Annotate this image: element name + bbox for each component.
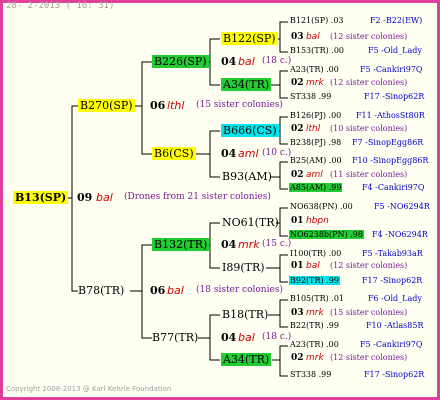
g5-id[interactable]: NO638(PN) .00 <box>290 202 353 211</box>
g5-location: F4 -Cankiri97Q <box>362 183 425 192</box>
g5-id[interactable]: B126(PJ) .00 <box>290 111 341 120</box>
g4-sister-note: (12 sister colonies) <box>330 32 408 41</box>
g3-queen[interactable]: B122(SP) <box>221 32 278 45</box>
g5-id[interactable]: I100(TR) .00 <box>290 249 341 258</box>
g5-id[interactable]: B25(AM) .00 <box>290 156 342 165</box>
g5-location: F2 -B22(EW) <box>370 16 423 25</box>
g5-location: F7 -SinopEgg86R <box>352 138 424 147</box>
ds-queen[interactable]: B132(TR) <box>152 238 210 251</box>
g4-breed: lthl <box>306 124 321 134</box>
g4-generation: 03 <box>291 32 304 42</box>
dd-breed: bal <box>238 331 255 344</box>
g4-breed: mrk <box>306 308 324 318</box>
g4-generation: 03 <box>291 308 304 318</box>
g5-location: F5 -Cankiri97Q <box>360 340 423 349</box>
dam-sister-note: (18 sister colonies) <box>196 285 283 295</box>
g5-location: F17 -Sinop62R <box>364 92 425 101</box>
g3-queen[interactable]: NO61(TR) <box>222 216 279 229</box>
dam-generation: 06 <box>150 284 166 297</box>
g3-queen[interactable]: A34(TR) <box>221 78 272 91</box>
g5-id[interactable]: B105(TR) .01 <box>290 294 344 303</box>
g4-sister-note: (12 sister colonies) <box>330 261 408 270</box>
ss-breed: bal <box>238 55 255 68</box>
g4-sister-note: (11 sister colonies) <box>330 170 408 179</box>
g4-generation: 01 <box>291 261 304 271</box>
g5-location: F17 -Sinop62R <box>362 276 423 285</box>
ds-sister-note: (15 c.) <box>262 239 292 249</box>
g4-breed: mrk <box>306 78 324 88</box>
g4-generation: 02 <box>291 124 304 134</box>
root-generation: 09 <box>77 191 93 204</box>
ds-breed: mrk <box>238 238 260 251</box>
g5-id[interactable]: B238(PJ) .98 <box>290 138 341 147</box>
g4-sister-note: (12 sister colonies) <box>330 78 408 87</box>
sd-queen[interactable]: B6(CS) <box>152 147 196 160</box>
sire-breed: lthl <box>167 99 185 112</box>
g3-queen[interactable]: B18(TR) <box>222 308 268 321</box>
g3-queen[interactable]: B666(CS) <box>221 124 279 137</box>
g5-id[interactable]: B22(TR) .99 <box>290 321 339 330</box>
g5-id[interactable]: B121(SP) .03 <box>290 16 344 25</box>
dd-sister-note: (18 c.) <box>262 332 292 342</box>
dam-breed: bal <box>167 284 184 297</box>
g4-breed: bal <box>306 261 320 271</box>
g4-breed: mrk <box>306 353 324 363</box>
sd-sister-note: (10 c.) <box>262 148 292 158</box>
ss-generation: 04 <box>221 55 237 68</box>
g5-location: F4 -NO6294R <box>372 230 428 239</box>
sd-generation: 04 <box>221 147 237 160</box>
root-queen[interactable]: B13(SP) <box>13 191 69 204</box>
g5-location: F5 -NO6294R <box>374 202 430 211</box>
g4-breed: aml <box>306 170 323 180</box>
sd-breed: aml <box>238 147 259 160</box>
g5-location: F10 -SinopEgg86R <box>352 156 429 165</box>
g5-id[interactable]: A23(TR) .00 <box>290 65 339 74</box>
g5-id[interactable]: A85(AM) .99 <box>289 183 343 192</box>
g5-location: F10 -Atlas85R <box>366 321 424 330</box>
g5-location: F5 -Cankiri97Q <box>360 65 423 74</box>
g5-location: F17 -Sinop62R <box>364 370 425 379</box>
sire-sister-note: (15 sister colonies) <box>196 100 283 110</box>
g3-queen[interactable]: B93(AM) <box>222 170 272 183</box>
g3-queen[interactable]: A34(TR) <box>221 353 272 366</box>
g4-generation: 02 <box>291 170 304 180</box>
dam-queen[interactable]: B78(TR) <box>78 284 124 297</box>
g4-generation: 02 <box>291 353 304 363</box>
g4-sister-note: (12 sister colonies) <box>330 353 408 362</box>
dd-generation: 04 <box>221 331 237 344</box>
sire-queen[interactable]: B270(SP) <box>78 99 135 112</box>
g5-location: F6 -Old_Lady <box>368 294 422 303</box>
ss-queen[interactable]: B226(SP) <box>152 55 209 68</box>
g4-generation: 01 <box>291 216 304 226</box>
g5-id[interactable]: B92(TR) .99 <box>289 276 340 285</box>
sire-generation: 06 <box>150 99 166 112</box>
g5-location: F5 -Old_Lady <box>368 46 422 55</box>
g5-id[interactable]: ST338 .99 <box>290 370 331 379</box>
g4-sister-note: (10 sister colonies) <box>330 124 408 133</box>
g5-id[interactable]: B153(TR) .00 <box>290 46 344 55</box>
g5-id[interactable]: A23(TR) .00 <box>290 340 339 349</box>
g4-sister-note: (15 sister colonies) <box>330 308 408 317</box>
ss-sister-note: (18 c.) <box>262 56 292 66</box>
g5-location: F11 -AthosSt80R <box>356 111 425 120</box>
g5-location: F5 -Takab93aR <box>362 249 423 258</box>
g4-breed: hbpn <box>306 216 329 226</box>
g3-queen[interactable]: I89(TR) <box>222 261 265 274</box>
root-breed: bal <box>96 191 113 204</box>
g5-id[interactable]: NO6238b(PN) .98 <box>289 230 364 239</box>
root-sister-note: (Drones from 21 sister colonies) <box>124 192 271 202</box>
dd-queen[interactable]: B77(TR) <box>152 331 198 344</box>
g4-generation: 02 <box>291 78 304 88</box>
g4-breed: bal <box>306 32 320 42</box>
g5-id[interactable]: ST338 .99 <box>290 92 331 101</box>
ds-generation: 04 <box>221 238 237 251</box>
